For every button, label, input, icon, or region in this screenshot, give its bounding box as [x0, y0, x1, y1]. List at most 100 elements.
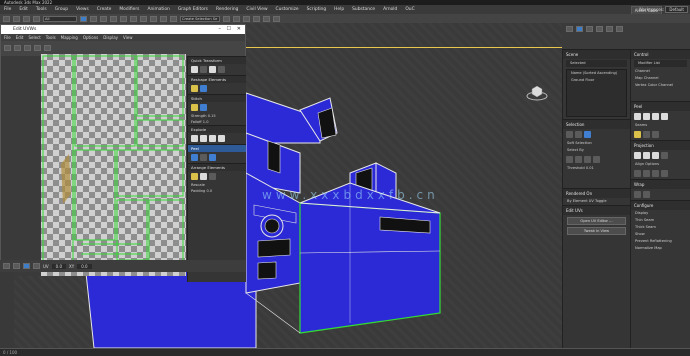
menu-item-views[interactable]: Views — [72, 7, 93, 12]
edit-uvs-header[interactable]: Edit UVs — [563, 205, 630, 215]
undo-icon[interactable] — [3, 15, 10, 22]
edge-mode-icon[interactable] — [575, 131, 582, 138]
uv-mirror-icon[interactable] — [44, 45, 51, 51]
uv-menu-item-options[interactable]: Options — [83, 34, 98, 41]
menu-item-rendering[interactable]: Rendering — [212, 7, 242, 12]
vertex-mode-icon[interactable] — [566, 131, 573, 138]
menu-item-arnold[interactable]: Arnold — [379, 7, 401, 12]
uv-islands[interactable] — [41, 54, 186, 276]
render-setup-icon[interactable] — [263, 15, 270, 22]
relax-icon[interactable] — [200, 85, 207, 92]
menu-item-animation[interactable]: Animation — [143, 7, 173, 12]
space-icon[interactable] — [218, 66, 225, 73]
uv-menu-item-edit[interactable]: Edit — [16, 34, 24, 41]
uv-move-icon[interactable] — [4, 45, 11, 51]
navigation-cube-icon[interactable] — [526, 83, 548, 101]
thick-seam-option[interactable]: Thick Seam — [631, 224, 690, 231]
align-h-icon[interactable] — [191, 66, 198, 73]
quick-transform-header[interactable]: Quick Transform — [188, 56, 246, 64]
uv-menu-item-mapping[interactable]: Mapping — [61, 34, 78, 41]
rotate-icon[interactable] — [110, 15, 117, 22]
pack-custom-icon[interactable] — [200, 173, 207, 180]
best-align-icon[interactable] — [661, 170, 668, 177]
unlink-icon[interactable] — [33, 15, 40, 22]
peel-header[interactable]: Peel — [188, 144, 246, 152]
modifier-list-dropdown[interactable]: Modifier List — [634, 60, 687, 67]
edge-sel-to-seam-icon[interactable] — [643, 131, 650, 138]
quick-peel-icon[interactable] — [191, 154, 198, 161]
map-channel-option[interactable]: Map Channel — [631, 75, 690, 82]
arrange-header[interactable]: Arrange Elements — [188, 163, 246, 171]
uv-menu-item-view[interactable]: View — [123, 34, 133, 41]
align-z-icon[interactable] — [652, 170, 659, 177]
projection-header[interactable]: Projection — [631, 140, 690, 150]
stack-item[interactable]: Ground Floor — [567, 77, 626, 84]
scene-filter[interactable]: Selected — [566, 60, 627, 67]
snap-icon[interactable] — [130, 15, 137, 22]
align-v-icon[interactable] — [200, 66, 207, 73]
linear-align-icon[interactable] — [209, 66, 216, 73]
modify-tab-icon[interactable] — [576, 26, 583, 32]
minimize-icon[interactable]: – — [219, 25, 222, 34]
stitch-header[interactable]: Stitch — [188, 94, 246, 102]
timeline-counter[interactable]: 0 / 100 — [3, 350, 17, 355]
menu-item-scripting[interactable]: Scripting — [303, 7, 331, 12]
weld-icon[interactable] — [209, 135, 216, 142]
falloff-value[interactable]: 1.0 — [203, 120, 209, 124]
stitch-icon[interactable] — [191, 104, 198, 111]
straighten-icon[interactable] — [191, 85, 198, 92]
wrap-header[interactable]: Wrap — [631, 179, 690, 189]
grow-icon[interactable] — [566, 156, 573, 163]
uv-menu-item-select[interactable]: Select — [28, 34, 40, 41]
loop-icon[interactable] — [584, 156, 591, 163]
render-icon[interactable] — [273, 15, 280, 22]
reshape-header[interactable]: Reshape Elements — [188, 75, 246, 83]
uv-editor-window[interactable]: Edit UVWs ✕ ☐ – File Edit Select Tools Mappi… — [0, 24, 246, 282]
open-uv-editor-button[interactable]: Open UV Editor ... — [567, 217, 626, 225]
break-icon[interactable] — [191, 135, 198, 142]
soft-selection-label[interactable]: Soft Selection — [563, 140, 630, 147]
align-x-icon[interactable] — [634, 170, 641, 177]
xy-toggle[interactable]: XY — [69, 264, 74, 269]
vertex-color-option[interactable]: Vertex Color Channel — [631, 82, 690, 89]
unfold-strip-icon[interactable] — [643, 191, 650, 198]
create-tab-icon[interactable] — [566, 26, 573, 32]
configure-header[interactable]: Configure — [631, 200, 690, 210]
selection-header[interactable]: Selection — [563, 119, 630, 129]
peel-reset-icon[interactable] — [652, 113, 659, 120]
ring-icon[interactable] — [593, 156, 600, 163]
menu-item-modifiers[interactable]: Modifiers — [115, 7, 143, 12]
align-icon[interactable] — [170, 15, 177, 22]
pack-icon[interactable] — [191, 173, 198, 180]
detach-icon[interactable] — [200, 135, 207, 142]
menu-item-ouc[interactable]: OuC — [401, 7, 418, 12]
seam-to-edge-icon[interactable] — [652, 131, 659, 138]
planar-map-icon[interactable] — [634, 152, 641, 159]
material-editor-icon[interactable] — [253, 15, 260, 22]
peel-header[interactable]: Peel — [631, 101, 690, 111]
strength-value[interactable]: 0.15 — [208, 114, 216, 118]
uv-value-field[interactable]: 0.0 — [51, 263, 67, 269]
tweak-in-view-button[interactable]: Tweak In View — [567, 227, 626, 235]
stitch-target-icon[interactable] — [200, 104, 207, 111]
motion-tab-icon[interactable] — [596, 26, 603, 32]
schematic-icon[interactable] — [243, 15, 250, 22]
select-edge-icon[interactable] — [13, 263, 20, 269]
peel-pin-icon[interactable] — [661, 113, 668, 120]
maximize-icon[interactable]: ☐ — [227, 25, 231, 34]
uv-menu-item-file[interactable]: File — [4, 34, 11, 41]
display-tab-icon[interactable] — [606, 26, 613, 32]
redo-icon[interactable] — [13, 15, 20, 22]
menu-item-customize[interactable]: Customize — [272, 7, 303, 12]
polygon-mode-icon[interactable] — [584, 131, 591, 138]
menu-item-help[interactable]: Help — [330, 7, 348, 12]
thin-seam-option[interactable]: Thin Seam — [631, 217, 690, 224]
select-by-name-icon[interactable] — [90, 15, 97, 22]
workspace-selector[interactable]: Workspaces: Default — [639, 6, 688, 13]
menu-item-tools[interactable]: Tools — [32, 7, 51, 12]
menu-item-graph-editors[interactable]: Graph Editors — [174, 7, 212, 12]
scale-icon[interactable] — [120, 15, 127, 22]
explode-header[interactable]: Explode — [188, 125, 246, 133]
select-face-icon[interactable] — [23, 263, 30, 269]
uv-scale-icon[interactable] — [24, 45, 31, 51]
